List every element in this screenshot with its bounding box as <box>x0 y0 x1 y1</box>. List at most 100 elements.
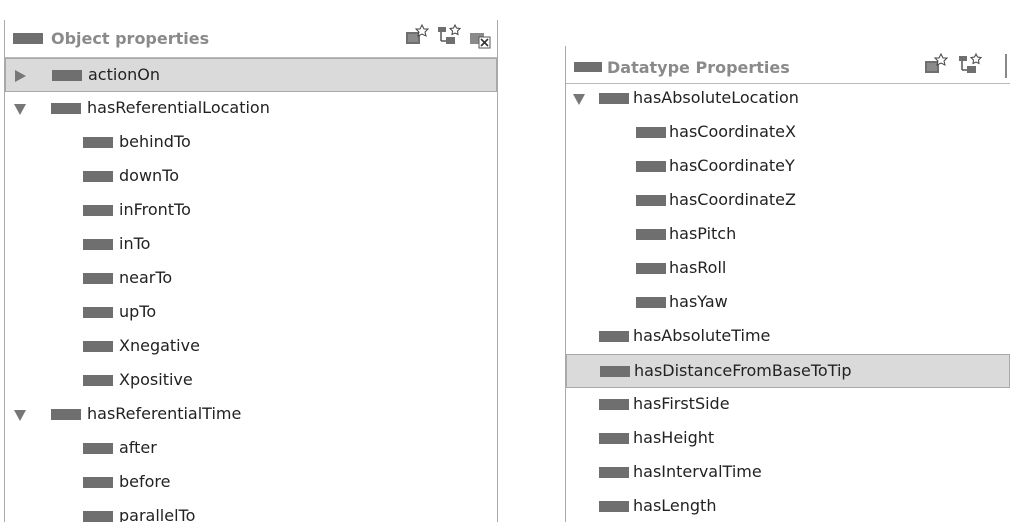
property-icon <box>83 273 113 284</box>
tree-item-label: hasReferentialTime <box>87 404 242 423</box>
tree-item-label: hasRoll <box>669 258 727 277</box>
add-subproperty-button[interactable] <box>405 24 429 46</box>
tree-item[interactable]: hasCoordinateY <box>566 150 1010 184</box>
property-icon <box>83 239 113 250</box>
tree-item-label: inTo <box>119 234 151 253</box>
add-subproperty-button[interactable] <box>924 53 948 75</box>
tree-item[interactable]: hasCoordinateX <box>566 116 1010 150</box>
tree-item-label: after <box>119 438 157 457</box>
tree-item[interactable]: hasDistanceFromBaseToTip <box>566 354 1010 388</box>
property-icon <box>599 467 629 478</box>
tree-item[interactable]: hasFirstSide <box>566 388 1010 422</box>
add-sibling-property-icon <box>438 24 461 44</box>
property-icon <box>636 127 666 138</box>
tree-item-label: Xnegative <box>119 336 200 355</box>
tree-item[interactable]: hasCoordinateZ <box>566 184 1010 218</box>
tree-item[interactable]: hasAbsoluteLocation <box>566 82 1010 116</box>
tree-item[interactable]: inFrontTo <box>5 194 497 228</box>
property-icon <box>599 433 629 444</box>
toolbar-edge <box>1005 54 1007 78</box>
tree-item-label: actionOn <box>88 65 160 84</box>
triangle-down-icon[interactable] <box>573 94 585 105</box>
tree-item-label: hasCoordinateZ <box>669 190 796 209</box>
property-icon <box>83 375 113 386</box>
tree-item[interactable]: inTo <box>5 228 497 262</box>
property-icon <box>599 399 629 410</box>
tree-item[interactable]: upTo <box>5 296 497 330</box>
tree-item-label: nearTo <box>119 268 173 287</box>
add-sibling-property-button[interactable] <box>958 53 982 75</box>
tree-item[interactable]: hasReferentialLocation <box>5 92 497 126</box>
tree-item-label: inFrontTo <box>119 200 191 219</box>
tree-item[interactable]: hasHeight <box>566 422 1010 456</box>
tree-item[interactable]: hasReferentialTime <box>5 398 497 432</box>
property-icon <box>599 501 629 512</box>
triangle-right-icon[interactable] <box>15 70 26 82</box>
tree-item-label: hasIntervalTime <box>633 462 762 481</box>
property-icon <box>636 229 666 240</box>
tree-item-label: hasFirstSide <box>633 394 730 413</box>
property-icon <box>51 103 81 114</box>
property-icon <box>52 70 82 81</box>
property-icon <box>83 477 113 488</box>
tree-item[interactable]: after <box>5 432 497 466</box>
tree-item[interactable]: actionOn <box>5 58 497 92</box>
property-icon <box>636 263 666 274</box>
property-icon <box>599 93 629 104</box>
add-subproperty-icon <box>925 53 948 73</box>
tree-item-label: hasPitch <box>669 224 737 243</box>
tree-item[interactable]: before <box>5 466 497 500</box>
add-sibling-property-icon <box>959 53 982 73</box>
property-icon <box>83 171 113 182</box>
property-icon <box>83 205 113 216</box>
object-properties-tree: actionOn hasReferentialLocation behindTo do… <box>5 58 497 522</box>
property-icon <box>599 331 629 342</box>
tree-item-label: before <box>119 472 171 491</box>
tree-item-label: upTo <box>119 302 157 321</box>
tree-item[interactable]: nearTo <box>5 262 497 296</box>
property-icon <box>83 511 113 522</box>
datatype-properties-header: Datatype Properties <box>566 46 1010 84</box>
tree-item-label: downTo <box>119 166 180 185</box>
datatype-properties-panel: Datatype Properties hasAbsoluteLocation h… <box>565 46 1010 522</box>
tree-item-label: Xpositive <box>119 370 193 389</box>
tree-item[interactable]: hasRoll <box>566 252 1010 286</box>
delete-property-button[interactable] <box>469 28 493 50</box>
panel-title: Datatype Properties <box>607 58 790 77</box>
tree-item[interactable]: hasAbsoluteTime <box>566 320 1010 354</box>
panel-title: Object properties <box>51 29 210 48</box>
property-icon <box>13 33 43 44</box>
datatype-properties-tree: hasAbsoluteLocation hasCoordinateX hasCoor… <box>566 82 1010 522</box>
tree-item-label: behindTo <box>119 132 191 151</box>
triangle-down-icon[interactable] <box>14 410 26 421</box>
tree-item[interactable]: Xpositive <box>5 364 497 398</box>
property-icon <box>636 195 666 206</box>
tree-item[interactable]: hasIntervalTime <box>566 456 1010 490</box>
tree-item[interactable]: hasPitch <box>566 218 1010 252</box>
property-icon <box>83 307 113 318</box>
tree-item-label: hasYaw <box>669 292 728 311</box>
property-icon <box>83 443 113 454</box>
property-icon <box>83 341 113 352</box>
property-icon <box>600 366 630 377</box>
property-icon <box>51 409 81 420</box>
tree-item[interactable]: Xnegative <box>5 330 497 364</box>
object-properties-panel: Object properties actionOn hasReferentia… <box>4 20 498 522</box>
tree-item-label: hasDistanceFromBaseToTip <box>634 361 852 380</box>
tree-item[interactable]: hasYaw <box>566 286 1010 320</box>
triangle-down-icon[interactable] <box>14 104 26 115</box>
tree-item[interactable]: behindTo <box>5 126 497 160</box>
add-sibling-property-button[interactable] <box>437 24 461 46</box>
tree-item-label: hasCoordinateX <box>669 122 796 141</box>
tree-item[interactable]: downTo <box>5 160 497 194</box>
property-icon <box>636 297 666 308</box>
add-subproperty-icon <box>406 24 429 44</box>
tree-item-label: hasReferentialLocation <box>87 98 270 117</box>
delete-property-icon <box>470 33 491 49</box>
property-icon <box>83 137 113 148</box>
tree-item-label: hasCoordinateY <box>669 156 795 175</box>
tree-item[interactable]: hasLength <box>566 490 1010 522</box>
tree-item[interactable]: parallelTo <box>5 500 497 522</box>
tree-item-label: hasLength <box>633 496 717 515</box>
tree-item-label: hasAbsoluteTime <box>633 326 771 345</box>
